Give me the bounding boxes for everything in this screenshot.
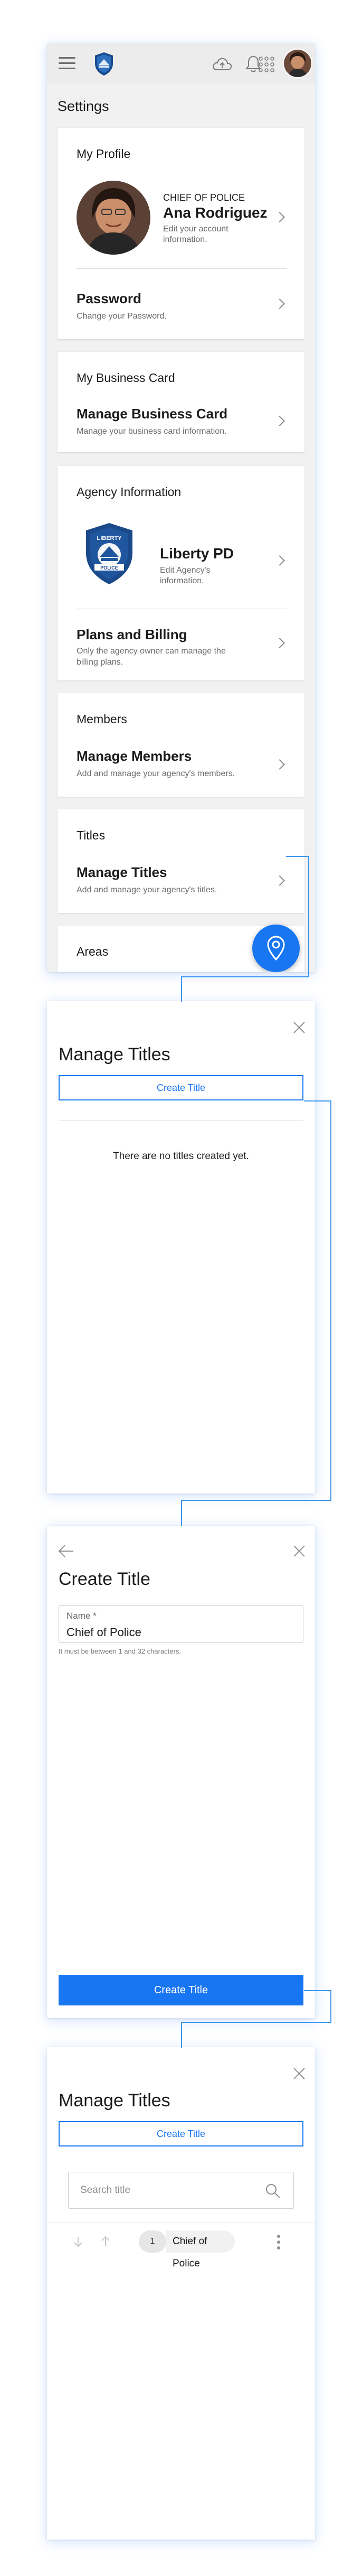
close-icon[interactable] <box>293 2067 306 2080</box>
areas-heading: Areas <box>77 945 109 958</box>
connector-line <box>330 1990 331 2023</box>
chevron-right-icon <box>274 638 285 648</box>
connector-line <box>304 1990 331 1991</box>
create-title-button[interactable]: Create Title <box>59 2121 303 2146</box>
connector-line <box>308 856 309 977</box>
chevron-right-icon <box>274 212 285 222</box>
members-card: Members Manage Members Add and manage yo… <box>58 693 304 797</box>
profile-name: Ana Rodriguez <box>163 204 268 221</box>
name-field-value[interactable]: Chief of Police <box>66 1626 141 1639</box>
agency-badge-icon[interactable] <box>94 52 114 76</box>
manage-titles-list-screen: Manage Titles Create Title Search title … <box>47 2047 315 2540</box>
chevron-right-icon <box>274 416 285 426</box>
chevron-right-icon <box>274 759 285 770</box>
list-item[interactable]: 1 Chief of Police <box>47 2223 315 2269</box>
create-title-submit-button[interactable]: Create Title <box>59 1975 303 2005</box>
members-title: Manage Members <box>77 748 192 764</box>
profile-card: My Profile CHIEF OF POLICE Ana Rodriguez… <box>58 128 304 339</box>
business-card-title: Manage Business Card <box>77 406 228 422</box>
agency-logo: LIBERTY POLICE <box>86 523 132 584</box>
manage-titles-empty-screen: Manage Titles Create Title There are no … <box>47 1001 315 1494</box>
connector-line <box>181 976 309 977</box>
avatar[interactable] <box>283 49 312 78</box>
top-app-bar <box>47 43 315 83</box>
name-field-label: Name * <box>66 1611 97 1621</box>
apps-menu-icon[interactable] <box>258 56 275 73</box>
business-card-heading: My Business Card <box>77 371 175 385</box>
password-row[interactable]: Password Change your Password. <box>58 272 304 335</box>
agency-heading: Agency Information <box>77 485 182 499</box>
create-title-button[interactable]: Create Title <box>59 1075 303 1100</box>
titles-card: Titles Manage Titles Add and manage your… <box>58 809 304 913</box>
business-card-row[interactable]: Manage Business Card Manage your busines… <box>58 399 304 452</box>
profile-desc: Edit your account information. <box>163 225 228 244</box>
business-card-card: My Business Card Manage Business Card Ma… <box>58 352 304 452</box>
members-row[interactable]: Manage Members Add and manage your agenc… <box>58 741 304 797</box>
connector-line <box>286 856 309 857</box>
screen-title: Create Title <box>59 1569 150 1589</box>
arrow-up-icon[interactable] <box>100 2236 111 2247</box>
chevron-right-icon <box>274 298 285 309</box>
profile-heading: My Profile <box>77 147 131 161</box>
titles-heading: Titles <box>77 828 106 842</box>
agency-name: Liberty PD <box>160 545 234 562</box>
screen-title: Manage Titles <box>59 1044 170 1065</box>
name-helper-text: It must be between 1 and 32 characters. <box>59 1647 181 1655</box>
search-icon[interactable] <box>265 2183 281 2199</box>
plans-row[interactable]: Plans and Billing Only the agency owner … <box>58 612 304 680</box>
connector-line <box>181 1500 182 1526</box>
chevron-right-icon <box>274 875 285 886</box>
connector-line <box>181 2022 331 2023</box>
location-pin-icon <box>267 936 285 961</box>
agency-card: Agency Information LIBERTY POLICE Libert… <box>58 466 304 680</box>
members-heading: Members <box>77 712 127 726</box>
settings-screen: Settings My Profile CHIEF OF POLICE Ana … <box>47 43 315 972</box>
password-desc: Change your Password. <box>77 312 167 321</box>
profile-role: CHIEF OF POLICE <box>163 192 245 203</box>
empty-state-message: There are no titles created yet. <box>113 1151 249 1162</box>
agency-desc: Edit Agency's information. <box>160 566 211 585</box>
chevron-right-icon <box>274 555 285 566</box>
title-order-number: 1 <box>139 2230 166 2253</box>
back-arrow-icon[interactable] <box>58 1544 74 1558</box>
titles-row[interactable]: Manage Titles Add and manage your agency… <box>58 857 304 913</box>
screen-title: Manage Titles <box>59 2090 170 2111</box>
title-name: Chief of Police <box>166 2230 235 2269</box>
agency-logo-text: LIBERTY <box>97 535 122 542</box>
arrow-down-icon[interactable] <box>72 2236 84 2247</box>
connector-line <box>181 2022 182 2048</box>
plans-desc: Only the agency owner can manage the bil… <box>77 647 226 667</box>
more-vert-icon[interactable] <box>277 2235 280 2250</box>
profile-avatar <box>77 181 150 255</box>
agency-logo-sub: POLICE <box>100 565 118 571</box>
search-input[interactable]: Search title <box>68 2172 294 2209</box>
connector-line <box>330 1100 331 1501</box>
titles-desc: Add and manage your agency's titles. <box>77 885 217 894</box>
menu-icon[interactable] <box>59 57 75 70</box>
plans-title: Plans and Billing <box>77 627 187 642</box>
page-title: Settings <box>58 98 109 114</box>
connector-line <box>181 976 182 1002</box>
search-placeholder: Search title <box>80 2185 131 2196</box>
connector-line <box>304 1100 331 1102</box>
name-field[interactable]: Name * Chief of Police <box>59 1605 303 1643</box>
titles-title: Manage Titles <box>77 864 167 880</box>
location-fab[interactable] <box>252 925 300 972</box>
create-title-screen: Create Title Name * Chief of Police It m… <box>47 1526 315 2018</box>
agency-row[interactable]: LIBERTY POLICE Liberty PD Edit Agency's … <box>58 514 304 609</box>
close-icon[interactable] <box>293 1545 306 1557</box>
members-desc: Add and manage your agency's members. <box>77 769 235 778</box>
close-icon[interactable] <box>293 1021 306 1034</box>
cloud-icon[interactable] <box>212 56 233 72</box>
password-title: Password <box>77 291 141 306</box>
business-card-desc: Manage your business card information. <box>77 427 227 436</box>
divider <box>77 268 287 269</box>
connector-line <box>181 1500 331 1501</box>
profile-row[interactable]: CHIEF OF POLICE Ana Rodriguez Edit your … <box>58 175 304 260</box>
